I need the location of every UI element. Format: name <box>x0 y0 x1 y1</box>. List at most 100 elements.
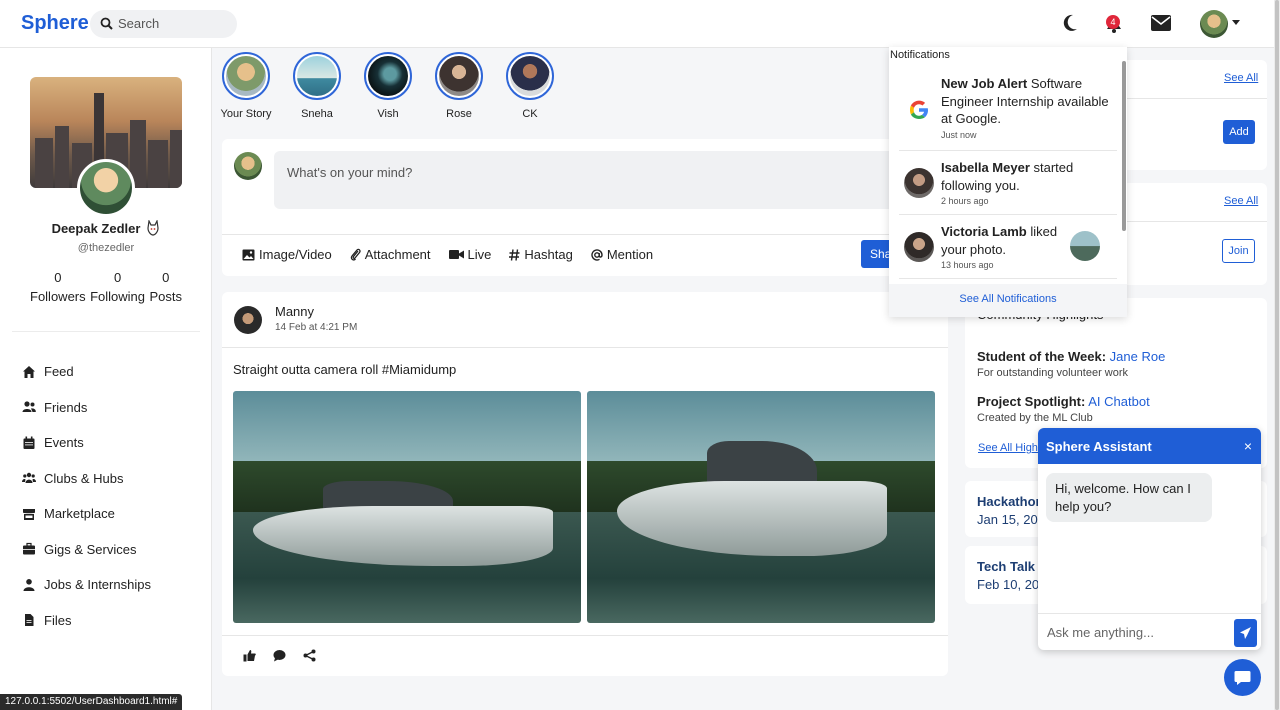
chevron-down-icon[interactable] <box>1232 20 1240 25</box>
post-composer: What's on your mind? Image/Video Attachm… <box>222 139 948 276</box>
post-image[interactable] <box>233 391 581 623</box>
divider <box>222 234 948 235</box>
project-description: Created by the ML Club <box>977 412 1093 424</box>
sidebar-item-jobs[interactable]: Jobs & Internships <box>22 567 151 603</box>
comment-icon[interactable] <box>273 649 286 662</box>
user-tie-icon <box>23 578 35 591</box>
sidebar-item-events[interactable]: Events <box>22 425 151 461</box>
send-button[interactable] <box>1234 619 1257 647</box>
search-box[interactable]: Search <box>90 10 237 38</box>
post-author-avatar[interactable] <box>234 306 262 334</box>
story-item[interactable]: Your Story <box>221 52 271 120</box>
group-icon <box>22 473 36 484</box>
join-button[interactable]: Join <box>1222 239 1255 263</box>
thumbs-up-icon[interactable] <box>243 649 256 662</box>
chat-toggle-button[interactable] <box>1224 659 1261 696</box>
notification-item[interactable]: Victoria Lamb liked your photo. 13 hours … <box>899 215 1117 279</box>
search-icon <box>100 17 113 30</box>
hashtag-icon <box>509 248 520 261</box>
live-button[interactable]: Live <box>448 247 491 262</box>
post-image[interactable] <box>587 391 935 623</box>
notifications-title: Notifications <box>890 49 950 61</box>
post-input[interactable]: What's on your mind? <box>274 151 948 209</box>
stat-following[interactable]: 0 Following <box>90 270 145 304</box>
sidebar-item-marketplace[interactable]: Marketplace <box>22 496 151 532</box>
at-icon <box>591 248 603 261</box>
profile-stats: 0 Followers 0 Following 0 Posts <box>30 270 182 304</box>
composer-actions: Image/Video Attachment Live Hashtag Ment… <box>242 247 653 262</box>
chat-message: Hi, welcome. How can I help you? <box>1046 473 1212 522</box>
project-spotlight: Project Spotlight: AI Chatbot <box>977 394 1150 409</box>
story-item[interactable]: Rose <box>435 52 483 120</box>
stat-posts[interactable]: 0 Posts <box>149 270 182 304</box>
image-video-button[interactable]: Image/Video <box>242 247 332 262</box>
chat-widget: Sphere Assistant × Hi, welcome. How can … <box>1038 428 1261 650</box>
notification-avatar <box>904 168 934 198</box>
profile-handle: @thezedler <box>77 242 135 254</box>
mail-icon[interactable] <box>1151 15 1171 31</box>
sidebar-item-files[interactable]: Files <box>22 603 151 639</box>
add-button[interactable]: Add <box>1223 120 1255 144</box>
notification-item[interactable]: Isabella Meyer started following you. 2 h… <box>899 151 1117 215</box>
notifications-scrollbar[interactable] <box>1122 61 1126 231</box>
left-sidebar: Deepak Zedler @thezedler 0 Followers 0 Fol… <box>0 48 212 710</box>
friends-icon <box>22 401 36 413</box>
student-description: For outstanding volunteer work <box>977 367 1129 379</box>
student-link[interactable]: Jane Roe <box>1110 349 1166 364</box>
post-text: Straight outta camera roll #Miamidump <box>233 362 457 377</box>
see-all-notifications-link[interactable]: See All Notifications <box>889 284 1127 317</box>
attachment-button[interactable]: Attachment <box>350 247 431 262</box>
sidebar-item-clubs[interactable]: Clubs & Hubs <box>22 461 151 497</box>
divider <box>222 635 948 636</box>
post-author[interactable]: Manny <box>275 304 314 319</box>
file-icon <box>25 614 34 627</box>
event-title: Hackathon <box>977 494 1044 509</box>
story-item[interactable]: Vish <box>364 52 412 120</box>
google-icon <box>910 100 928 119</box>
paperclip-icon <box>350 248 361 261</box>
chat-bubble-icon <box>1234 671 1251 685</box>
page-scrollbar[interactable] <box>1274 0 1280 710</box>
notification-item[interactable]: New Job Alert Software Engineer Internsh… <box>899 75 1117 151</box>
stories-bar: Your Story Sneha Vish Rose CK <box>221 52 554 120</box>
chat-input-row: Ask me anything... <box>1038 613 1261 650</box>
share-icon[interactable] <box>303 649 316 662</box>
project-link[interactable]: AI Chatbot <box>1088 394 1149 409</box>
divider <box>222 347 948 348</box>
liked-photo-thumbnail[interactable] <box>1070 231 1100 261</box>
sidebar-item-gigs[interactable]: Gigs & Services <box>22 532 151 568</box>
notification-avatar <box>904 232 934 262</box>
profile-avatar[interactable] <box>77 159 135 217</box>
story-item[interactable]: CK <box>506 52 554 120</box>
notifications-dropdown: Notifications New Job Alert Software Eng… <box>889 47 1127 317</box>
briefcase-icon <box>23 543 35 555</box>
hashtag-button[interactable]: Hashtag <box>509 247 573 262</box>
moon-icon[interactable] <box>1061 13 1079 33</box>
app-logo[interactable]: Sphere <box>21 12 89 35</box>
image-icon <box>242 249 255 260</box>
see-all-link[interactable]: See All <box>1224 195 1258 207</box>
search-input[interactable]: Search <box>118 16 159 31</box>
notification-badge: 4 <box>1106 15 1120 29</box>
divider <box>1127 98 1267 99</box>
stat-followers[interactable]: 0 Followers <box>30 270 86 304</box>
event-title: Tech Talk <box>977 559 1036 574</box>
story-item[interactable]: Sneha <box>293 52 341 120</box>
close-icon[interactable]: × <box>1244 438 1252 454</box>
user-avatar[interactable] <box>1200 10 1228 38</box>
sidebar-item-friends[interactable]: Friends <box>22 390 151 426</box>
sidebar-item-feed[interactable]: Feed <box>22 354 151 390</box>
fox-icon <box>147 220 160 236</box>
chat-input[interactable]: Ask me anything... <box>1047 625 1154 640</box>
send-icon <box>1240 627 1251 639</box>
status-bar-url: 127.0.0.1:5502/UserDashboard1.html# <box>0 694 183 710</box>
profile-name[interactable]: Deepak Zedler <box>52 221 141 236</box>
mention-button[interactable]: Mention <box>591 247 653 262</box>
calendar-icon <box>23 436 35 449</box>
store-icon <box>23 508 35 520</box>
top-navbar: Sphere Search 4 <box>0 0 1280 48</box>
sidebar-nav: Feed Friends Events Clubs & Hubs Marketp… <box>22 354 151 638</box>
post-time: 14 Feb at 4:21 PM <box>275 322 358 333</box>
see-all-link[interactable]: See All <box>1224 72 1258 84</box>
divider <box>1127 221 1267 222</box>
